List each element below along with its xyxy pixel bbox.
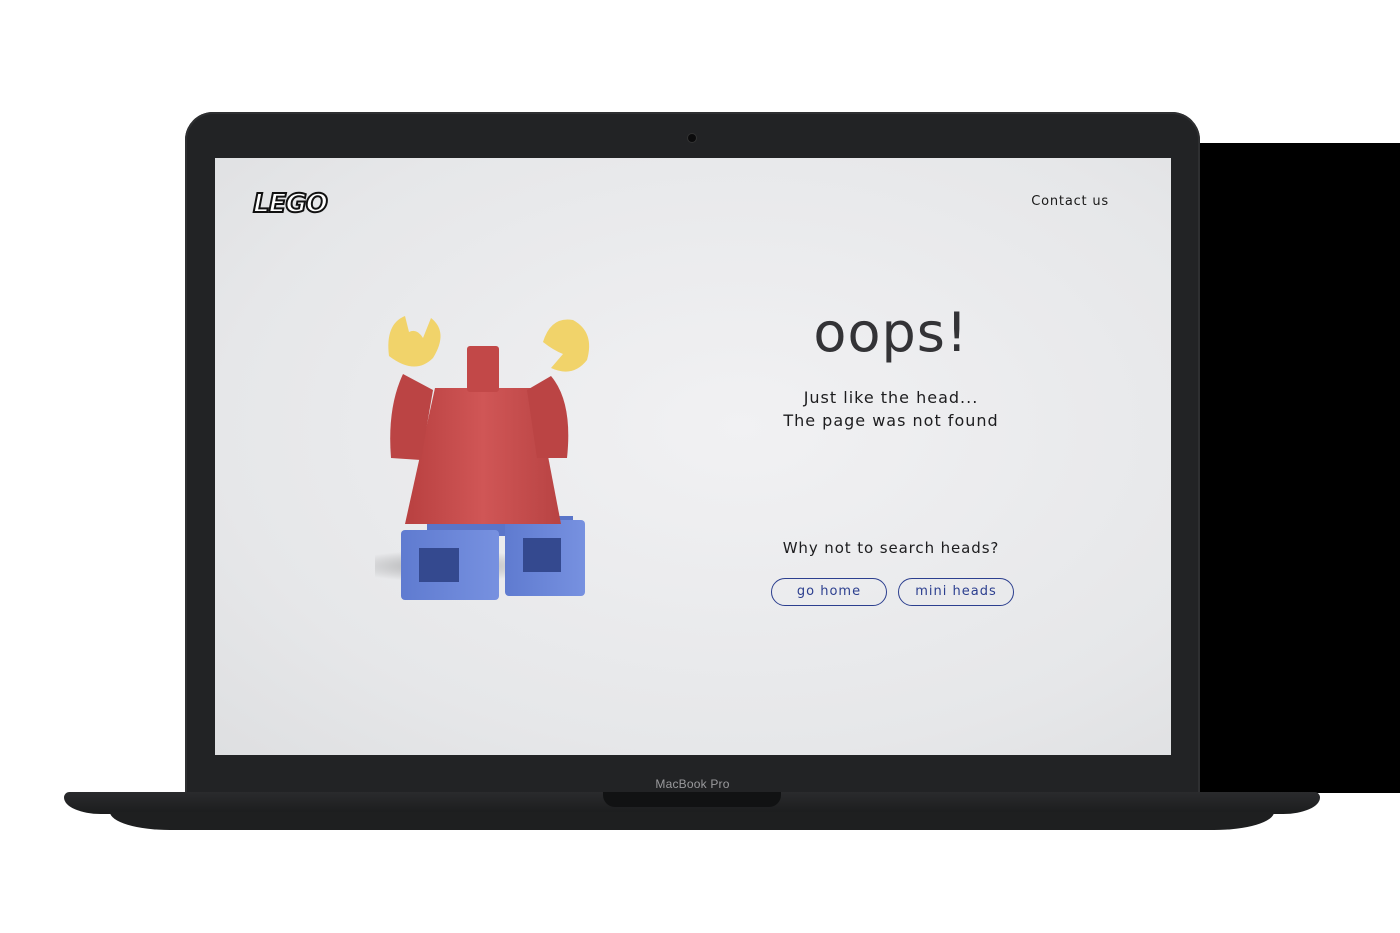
lego-logo[interactable]: LEGO: [252, 186, 329, 222]
camera-icon: [688, 134, 696, 142]
search-prompt: Why not to search heads?: [782, 539, 1000, 557]
headless-minifigure-illustration: [375, 316, 590, 600]
backdrop-block: [1190, 143, 1400, 793]
go-home-button[interactable]: go home: [771, 578, 887, 606]
error-title: oops!: [813, 301, 969, 364]
laptop-base-bottom: [110, 812, 1274, 830]
error-message: Just like the head... The page was not f…: [691, 386, 1091, 432]
contact-us-link[interactable]: Contact us: [1031, 194, 1109, 209]
mini-heads-button[interactable]: mini heads: [898, 578, 1014, 606]
figure-right-leg-hole: [523, 538, 561, 572]
page-stage: LEGO Contact us oops! Just like the head…: [0, 0, 1400, 933]
figure-neck: [467, 346, 499, 392]
figure-left-leg-hole: [419, 548, 459, 582]
error-message-line-2: The page was not found: [783, 411, 999, 430]
logo-text: LEGO: [252, 188, 329, 220]
figure-left-hand: [388, 316, 441, 367]
figure-right-hand: [543, 319, 590, 372]
laptop-screen: LEGO Contact us oops! Just like the head…: [215, 158, 1171, 755]
error-message-line-1: Just like the head...: [803, 388, 979, 407]
laptop-model-label: MacBook Pro: [655, 777, 730, 791]
laptop-notch: [603, 792, 781, 807]
